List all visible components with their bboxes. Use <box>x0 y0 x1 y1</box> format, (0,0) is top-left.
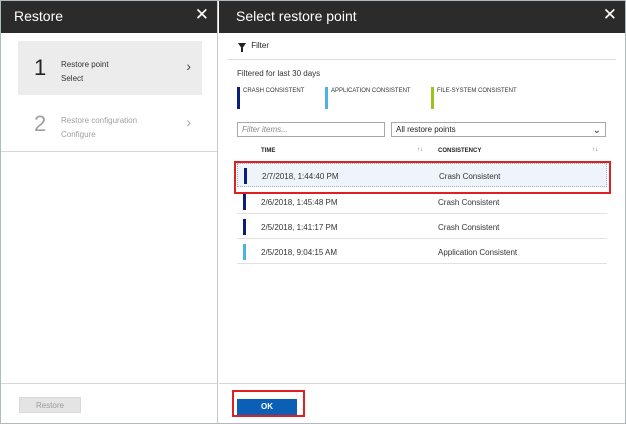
select-restore-point-header: Select restore point ✕ <box>219 1 625 33</box>
restore-blade-header: Restore ✕ <box>1 1 217 33</box>
step-subtitle: Select <box>61 74 84 83</box>
legend-color-bar <box>431 87 434 109</box>
restore-blade-footer: Restore <box>1 383 217 423</box>
filtered-text: Filtered for last 30 days <box>237 69 321 78</box>
restore-blade: Restore ✕ 1 Restore point Select › 2 Res… <box>1 1 218 423</box>
close-icon[interactable]: ✕ <box>195 5 209 25</box>
row-consistency: Application Consistent <box>438 248 518 257</box>
step-title: Restore configuration <box>61 116 138 125</box>
restore-points-select-value: All restore points <box>396 125 456 134</box>
step-number: 2 <box>34 111 47 136</box>
consistency-indicator <box>243 244 246 260</box>
close-icon[interactable]: ✕ <box>603 5 617 25</box>
row-time: 2/5/2018, 1:41:17 PM <box>261 223 338 232</box>
consistency-indicator <box>243 219 246 235</box>
column-header-time[interactable]: TIME <box>261 148 275 154</box>
step-number: 1 <box>34 55 47 80</box>
sort-icon[interactable]: ↑↓ <box>592 147 598 153</box>
select-restore-point-blade: Select restore point ✕ Filter Filtered f… <box>219 1 625 423</box>
filter-items-input[interactable]: Filter items... <box>237 122 385 137</box>
table-row[interactable]: 2/5/2018, 1:41:17 PM Crash Consistent <box>237 215 607 239</box>
ok-button-highlight <box>232 390 305 417</box>
legend-label: APPLICATION CONSISTENT <box>331 88 411 94</box>
row-consistency: Crash Consistent <box>438 223 500 232</box>
step-restore-configuration[interactable]: 2 Restore configuration Configure › <box>18 97 202 151</box>
row-consistency: Crash Consistent <box>438 198 500 207</box>
step-restore-point[interactable]: 1 Restore point Select › <box>18 41 202 95</box>
row-time: 2/5/2018, 9:04:15 AM <box>261 248 338 257</box>
legend-label: FILE-SYSTEM CONSISTENT <box>437 88 517 94</box>
chevron-right-icon: › <box>186 114 191 130</box>
chevron-down-icon: ⌄ <box>592 125 601 136</box>
divider <box>228 59 616 60</box>
restore-button[interactable]: Restore <box>19 397 81 413</box>
legend-color-bar <box>325 87 328 109</box>
select-restore-point-title: Select restore point <box>236 8 357 24</box>
selected-row-highlight <box>234 161 611 194</box>
step-title: Restore point <box>61 60 109 69</box>
column-header-consistency[interactable]: CONSISTENCY <box>438 148 481 154</box>
sort-icon[interactable]: ↑↓ <box>417 147 423 153</box>
legend-color-bar <box>237 87 240 109</box>
filter-label: Filter <box>251 41 270 50</box>
restore-points-select[interactable]: All restore points ⌄ <box>391 122 606 137</box>
filter-button[interactable]: Filter <box>238 41 270 52</box>
step-subtitle: Configure <box>61 130 96 139</box>
chevron-right-icon: › <box>186 58 191 74</box>
legend-label: CRASH CONSISTENT <box>243 88 305 94</box>
filter-icon <box>238 43 246 52</box>
divider <box>1 151 217 152</box>
row-time: 2/6/2018, 1:45:48 PM <box>261 198 338 207</box>
table-row[interactable]: 2/5/2018, 9:04:15 AM Application Consist… <box>237 240 607 264</box>
consistency-indicator <box>243 194 246 210</box>
restore-blade-title: Restore <box>14 8 64 24</box>
